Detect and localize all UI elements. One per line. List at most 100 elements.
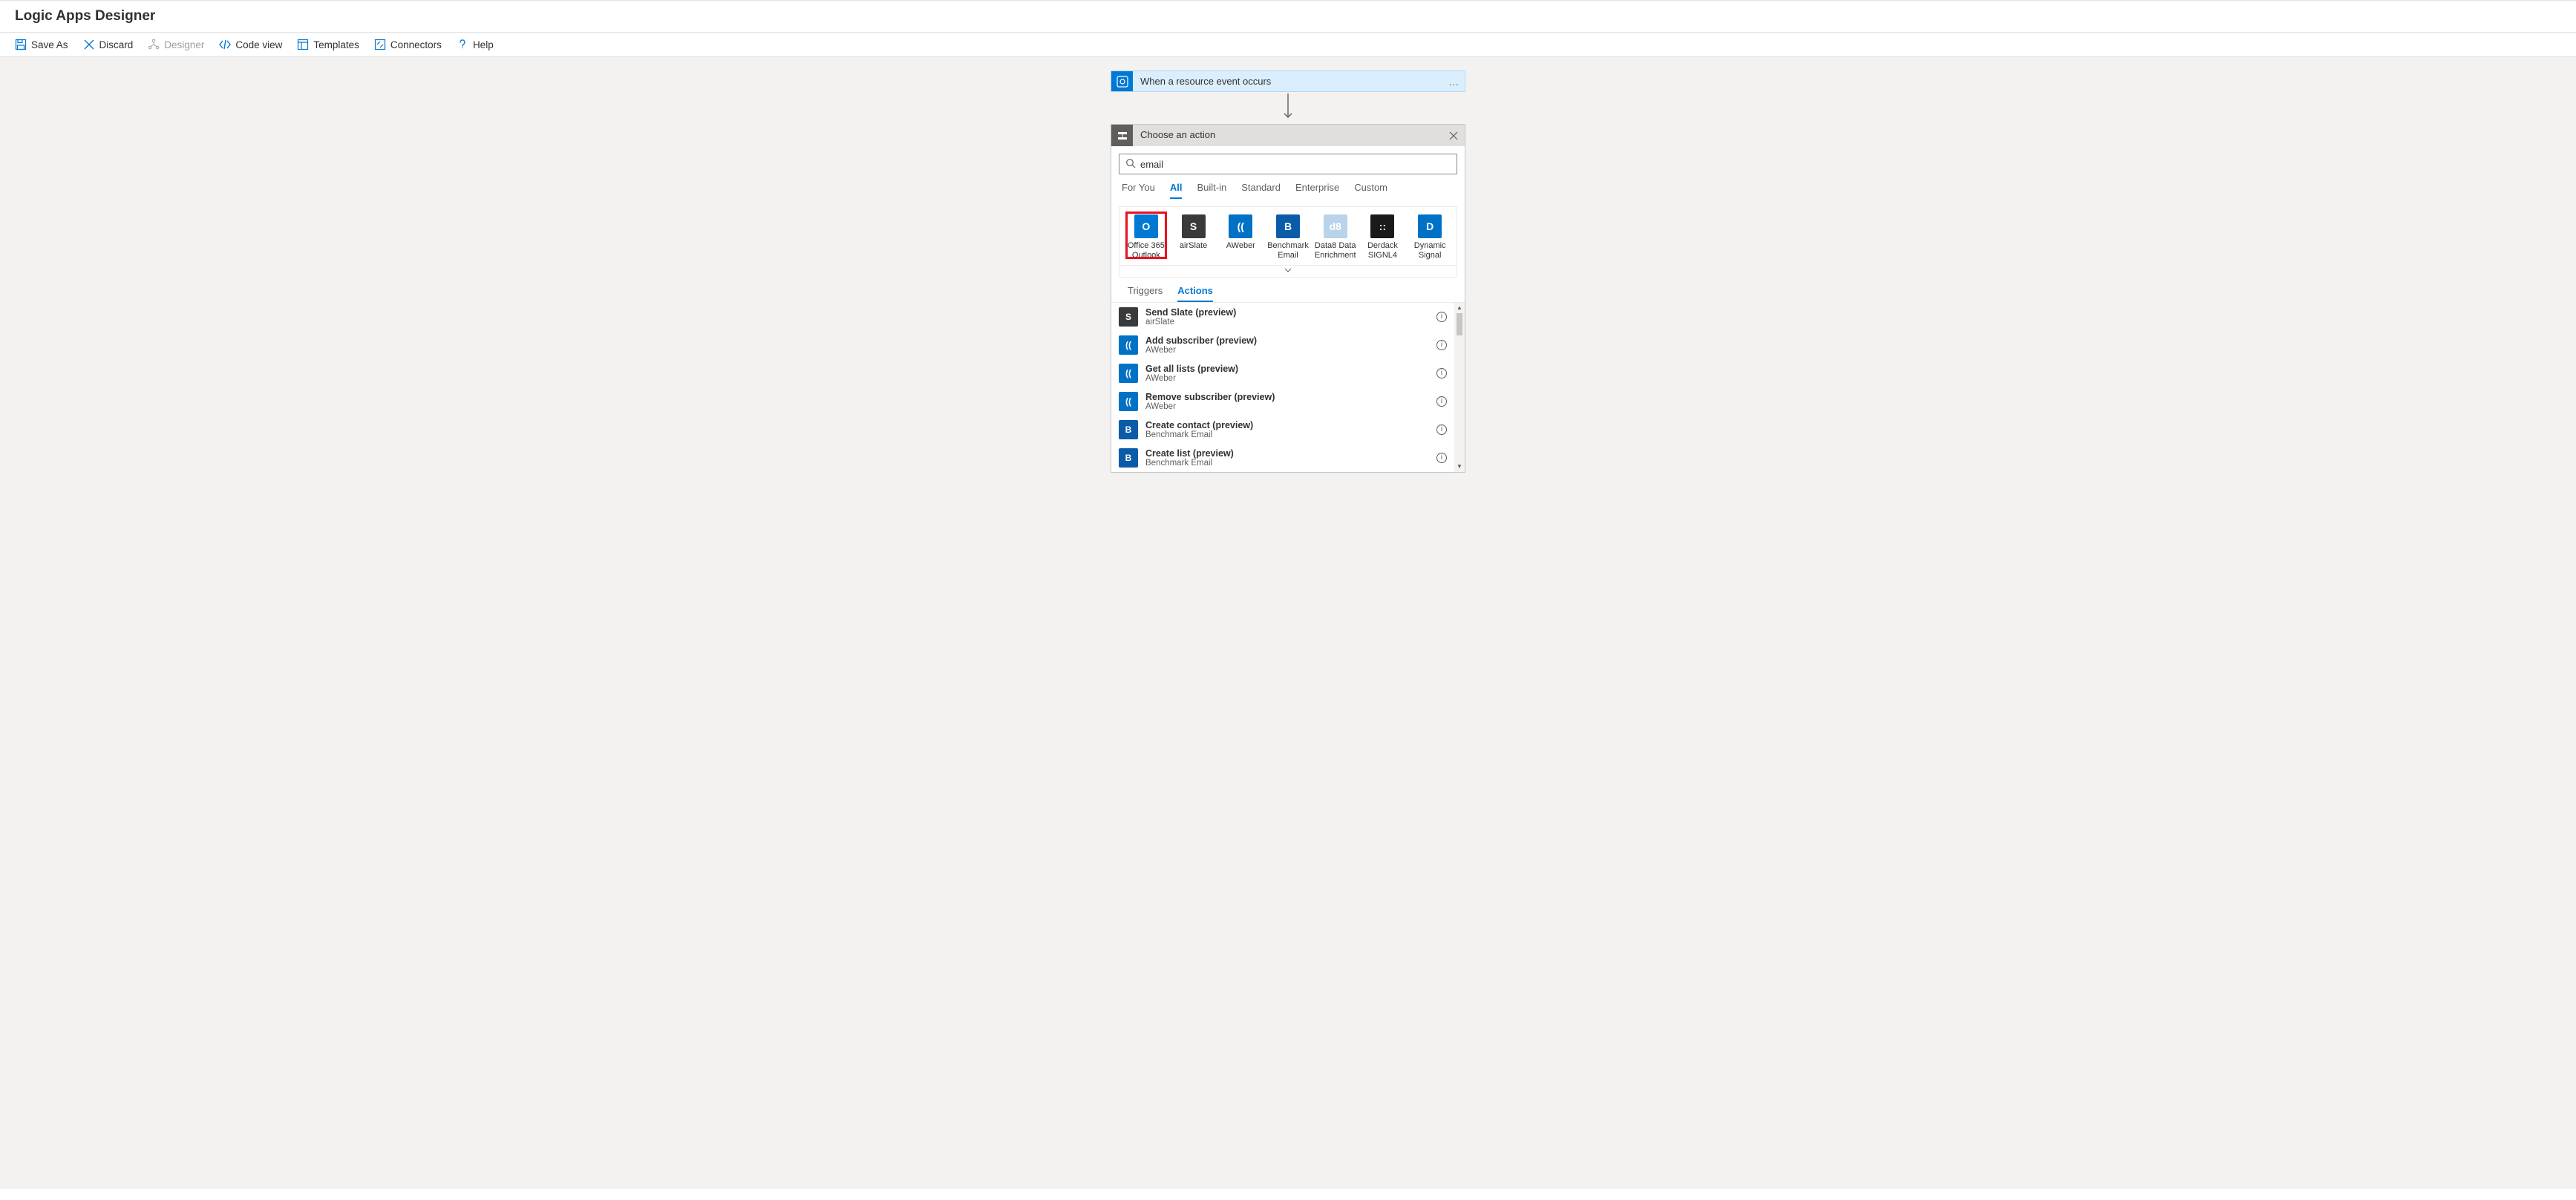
info-icon[interactable]: i — [1436, 340, 1447, 350]
action-row-text: Get all lists (preview)AWeber — [1145, 364, 1429, 383]
connector-label: Dynamic — [1406, 241, 1454, 251]
trigger-card[interactable]: When a resource event occurs … — [1111, 71, 1465, 92]
tab-triggers[interactable]: Triggers — [1128, 285, 1163, 302]
info-icon[interactable]: i — [1436, 424, 1447, 435]
action-title: Send Slate (preview) — [1145, 307, 1429, 318]
action-row[interactable]: ((Add subscriber (preview)AWeberi — [1111, 331, 1454, 359]
action-row-text: Create contact (preview)Benchmark Email — [1145, 420, 1429, 439]
designer-icon — [148, 39, 160, 50]
connector-dynamic[interactable]: D DynamicSignal — [1406, 214, 1454, 260]
action-title: Add subscriber (preview) — [1145, 335, 1429, 346]
connector-label: AWeber — [1217, 241, 1264, 251]
event-grid-icon — [1111, 71, 1133, 91]
templates-icon — [297, 39, 309, 50]
action-subtitle: airSlate — [1145, 318, 1429, 327]
action-row[interactable]: SSend Slate (preview)airSlatei — [1111, 303, 1454, 331]
save-icon — [15, 39, 27, 50]
connector-label: Derdack — [1359, 241, 1407, 251]
connectors-icon — [374, 39, 386, 50]
action-row-text: Remove subscriber (preview)AWeber — [1145, 392, 1429, 411]
connector-aweber[interactable]: (( AWeber — [1217, 214, 1264, 260]
connector-label: Benchmark — [1264, 241, 1312, 251]
info-icon[interactable]: i — [1436, 453, 1447, 463]
connector-icon: S — [1182, 214, 1206, 238]
connector-derdack[interactable]: ::DerdackSIGNL4 — [1359, 214, 1407, 260]
action-row[interactable]: BCreate list (preview)Benchmark Emaili — [1111, 444, 1454, 472]
panel-title: Choose an action — [1133, 125, 1442, 146]
connector-benchmark[interactable]: BBenchmarkEmail — [1264, 214, 1312, 260]
designer-canvas: When a resource event occurs … Choose an… — [0, 57, 2576, 1189]
search-icon — [1125, 158, 1136, 171]
connector-label: Data8 Data — [1312, 241, 1359, 251]
tab-standard[interactable]: Standard — [1241, 182, 1281, 199]
info-icon[interactable]: i — [1436, 368, 1447, 378]
scrollbar[interactable]: ▲ ▼ — [1454, 303, 1465, 472]
info-icon[interactable]: i — [1436, 312, 1447, 322]
trigger-context-menu[interactable]: … — [1444, 71, 1465, 91]
action-subtitle: AWeber — [1145, 402, 1429, 411]
connector-icon: (( — [1229, 214, 1252, 238]
action-subtitle: Benchmark Email — [1145, 430, 1429, 439]
designer-button: Designer — [148, 39, 204, 50]
code-view-button[interactable]: Code view — [219, 39, 282, 50]
discard-button[interactable]: Discard — [83, 39, 134, 50]
info-icon[interactable]: i — [1436, 396, 1447, 407]
action-row-icon: (( — [1119, 392, 1138, 411]
code-icon — [219, 39, 231, 50]
code-view-label: Code view — [235, 39, 282, 50]
search-input-wrapper — [1119, 154, 1457, 174]
connector-label-2: Signal — [1406, 251, 1454, 260]
action-row-text: Send Slate (preview)airSlate — [1145, 307, 1429, 327]
action-title: Get all lists (preview) — [1145, 364, 1429, 374]
save-as-button[interactable]: Save As — [15, 39, 68, 50]
action-row-icon: B — [1119, 420, 1138, 439]
action-row[interactable]: ((Get all lists (preview)AWeberi — [1111, 359, 1454, 387]
connector-label-2: SIGNL4 — [1359, 251, 1407, 260]
action-row[interactable]: ((Remove subscriber (preview)AWeberi — [1111, 387, 1454, 416]
help-icon — [457, 39, 468, 50]
action-row[interactable]: B Create contact (preview)Benchmark Email… — [1111, 416, 1454, 444]
scroll-down-icon[interactable]: ▼ — [1454, 462, 1465, 472]
connectors-button[interactable]: Connectors — [374, 39, 442, 50]
connector-label: airSlate — [1170, 241, 1217, 251]
trigger-action-tabs: Triggers Actions — [1119, 278, 1457, 302]
action-row-icon: (( — [1119, 335, 1138, 355]
search-input[interactable] — [1140, 159, 1451, 170]
tab-custom[interactable]: Custom — [1354, 182, 1387, 199]
discard-label: Discard — [99, 39, 134, 50]
action-list: SSend Slate (preview)airSlatei((Add subs… — [1111, 303, 1454, 472]
save-as-label: Save As — [31, 39, 68, 50]
action-title: Create list (preview) — [1145, 448, 1429, 459]
templates-button[interactable]: Templates — [297, 39, 359, 50]
connector-icon: D — [1418, 214, 1442, 238]
action-icon — [1111, 125, 1133, 146]
connector-airslate[interactable]: SairSlate — [1170, 214, 1217, 260]
connector-icon: O — [1134, 214, 1158, 238]
connector-icon: B — [1276, 214, 1300, 238]
tab-all[interactable]: All — [1170, 182, 1183, 199]
choose-action-panel: Choose an action For You All Built-in St… — [1111, 124, 1465, 473]
tab-built-in[interactable]: Built-in — [1197, 182, 1226, 199]
connector-icon: :: — [1370, 214, 1394, 238]
connector-data8-data[interactable]: d8Data8 DataEnrichment — [1312, 214, 1359, 260]
action-row-text: Add subscriber (preview)AWeber — [1145, 335, 1429, 355]
page-title: Logic Apps Designer — [0, 0, 2576, 33]
scrollbar-thumb[interactable] — [1457, 313, 1462, 335]
action-title: Create contact (preview) — [1145, 420, 1429, 430]
scroll-up-icon[interactable]: ▲ — [1454, 303, 1465, 313]
expand-connectors-button[interactable] — [1119, 265, 1457, 277]
action-subtitle: AWeber — [1145, 346, 1429, 355]
close-icon — [83, 39, 95, 50]
panel-close-button[interactable] — [1442, 125, 1465, 146]
help-button[interactable]: Help — [457, 39, 494, 50]
action-row-text: Create list (preview)Benchmark Email — [1145, 448, 1429, 468]
connectors-label: Connectors — [390, 39, 442, 50]
designer-label: Designer — [164, 39, 204, 50]
tab-actions[interactable]: Actions — [1177, 285, 1213, 302]
connector-office-365[interactable]: OOffice 365Outlook — [1122, 214, 1170, 260]
tab-enterprise[interactable]: Enterprise — [1295, 182, 1339, 199]
connector-label-2: Outlook — [1122, 251, 1170, 260]
tab-for-you[interactable]: For You — [1122, 182, 1155, 199]
action-title: Remove subscriber (preview) — [1145, 392, 1429, 402]
templates-label: Templates — [313, 39, 359, 50]
